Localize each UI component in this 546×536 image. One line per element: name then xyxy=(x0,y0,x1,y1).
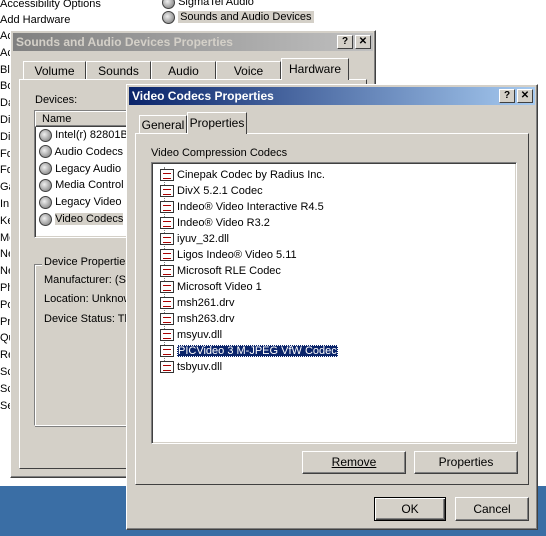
control-panel-item-sounds[interactable]: Sounds and Audio Devices xyxy=(162,9,314,25)
codec-label: Indeo® Video Interactive R4.5 xyxy=(177,201,324,213)
device-status-label: Device Status: Th xyxy=(44,313,131,325)
codec-label: PICVideo 3 M-JPEG VfW Codec xyxy=(177,345,338,357)
codec-file-icon xyxy=(160,265,174,277)
codec-item[interactable]: Microsoft Video 1 xyxy=(160,279,262,295)
tab-hardware[interactable]: Hardware xyxy=(281,58,349,80)
speaker-icon xyxy=(39,128,52,142)
video-codecs-dialog: Video Codecs Properties ? ✕ General Prop… xyxy=(126,84,538,530)
codec-label: Ligos Indeo® Video 5.11 xyxy=(177,249,297,261)
help-button[interactable]: ? xyxy=(337,35,353,49)
codec-item[interactable]: Ligos Indeo® Video 5.11 xyxy=(160,247,297,263)
codec-item[interactable]: Cinepak Codec by Radius Inc. xyxy=(160,167,325,183)
codec-file-icon xyxy=(160,313,174,325)
tab-volume[interactable]: Volume xyxy=(23,61,86,79)
remove-button[interactable]: Remove xyxy=(302,451,406,474)
codec-item[interactable]: PICVideo 3 M-JPEG VfW Codec xyxy=(160,343,338,359)
tab-sounds[interactable]: Sounds xyxy=(86,61,151,79)
device-properties-title: Device Properties xyxy=(42,256,133,268)
codec-item[interactable]: msyuv.dll xyxy=(160,327,223,343)
codec-file-icon xyxy=(160,217,174,229)
speaker-icon xyxy=(162,0,175,9)
codec-item[interactable]: Microsoft RLE Codec xyxy=(160,263,281,279)
control-panel-item-sigmatel[interactable]: SigmaTel Audio xyxy=(162,0,254,9)
properties-tab-panel: Video Compression Codecs Cinepak Codec b… xyxy=(135,133,529,485)
dialog-title: Video Codecs Properties xyxy=(132,89,274,103)
codec-label: Microsoft RLE Codec xyxy=(177,265,281,277)
codec-label: msh261.drv xyxy=(177,297,235,309)
codec-file-icon xyxy=(160,361,174,373)
codec-item[interactable]: iyuv_32.dll xyxy=(160,231,229,247)
speaker-icon xyxy=(39,145,52,159)
item-label: SigmaTel Audio xyxy=(178,0,254,8)
codec-label: DivX 5.2.1 Codec xyxy=(177,185,263,197)
help-button[interactable]: ? xyxy=(499,89,515,103)
codec-file-icon xyxy=(160,201,174,213)
codec-file-icon xyxy=(160,185,174,197)
codec-item[interactable]: tsbyuv.dll xyxy=(160,359,223,375)
close-button[interactable]: ✕ xyxy=(355,35,371,49)
close-button[interactable]: ✕ xyxy=(517,89,533,103)
codec-file-icon xyxy=(160,249,174,261)
item-label: Sounds and Audio Devices xyxy=(178,11,314,23)
tab-general[interactable]: General xyxy=(139,115,187,133)
codec-item[interactable]: Indeo® Video R3.2 xyxy=(160,215,270,231)
speaker-icon xyxy=(39,162,52,176)
codec-file-icon xyxy=(160,169,174,181)
codec-file-icon xyxy=(160,345,174,357)
location-label: Location: Unknow xyxy=(44,293,132,305)
codec-label: Microsoft Video 1 xyxy=(177,281,262,293)
codec-file-icon xyxy=(160,329,174,341)
codec-file-icon xyxy=(160,233,174,245)
speaker-icon xyxy=(162,10,175,24)
codec-label: tsbyuv.dll xyxy=(177,361,223,373)
tab-properties[interactable]: Properties xyxy=(187,112,247,134)
codecs-dialog-titlebar[interactable]: Video Codecs Properties ? ✕ xyxy=(129,87,535,105)
speaker-icon xyxy=(39,178,52,192)
control-panel-item[interactable]: Add Hardware xyxy=(0,12,130,28)
video-compression-codecs-label: Video Compression Codecs xyxy=(151,147,288,159)
remove-label: Remove xyxy=(331,455,377,469)
ok-button[interactable]: OK xyxy=(374,497,446,521)
codec-item[interactable]: msh263.drv xyxy=(160,311,235,327)
codec-label: msh263.drv xyxy=(177,313,235,325)
dialog-title: Sounds and Audio Devices Properties xyxy=(16,35,233,49)
codec-label: iyuv_32.dll xyxy=(177,233,229,245)
codec-label: Indeo® Video R3.2 xyxy=(177,217,270,229)
manufacturer-label: Manufacturer: (St xyxy=(44,274,129,286)
codec-item[interactable]: DivX 5.2.1 Codec xyxy=(160,183,263,199)
control-panel-list: Accessibility Options Add Hardware xyxy=(0,0,130,28)
codec-file-icon xyxy=(160,281,174,293)
speaker-icon xyxy=(39,212,52,226)
speaker-icon xyxy=(39,195,52,209)
control-panel-item[interactable]: Accessibility Options xyxy=(0,0,130,12)
codec-label: Cinepak Codec by Radius Inc. xyxy=(177,169,325,181)
devices-label: Devices: xyxy=(35,94,78,106)
codec-item[interactable]: Indeo® Video Interactive R4.5 xyxy=(160,199,324,215)
codec-tree[interactable]: Cinepak Codec by Radius Inc. DivX 5.2.1 C… xyxy=(151,162,517,444)
sounds-dialog-titlebar[interactable]: Sounds and Audio Devices Properties ? ✕ xyxy=(13,33,373,51)
codec-item[interactable]: msh261.drv xyxy=(160,295,235,311)
tab-voice[interactable]: Voice xyxy=(216,61,281,79)
codec-file-icon xyxy=(160,297,174,309)
codec-label: msyuv.dll xyxy=(177,329,223,341)
cancel-button[interactable]: Cancel xyxy=(455,497,529,521)
properties-button[interactable]: Properties xyxy=(414,451,518,474)
tab-audio[interactable]: Audio xyxy=(151,61,216,79)
